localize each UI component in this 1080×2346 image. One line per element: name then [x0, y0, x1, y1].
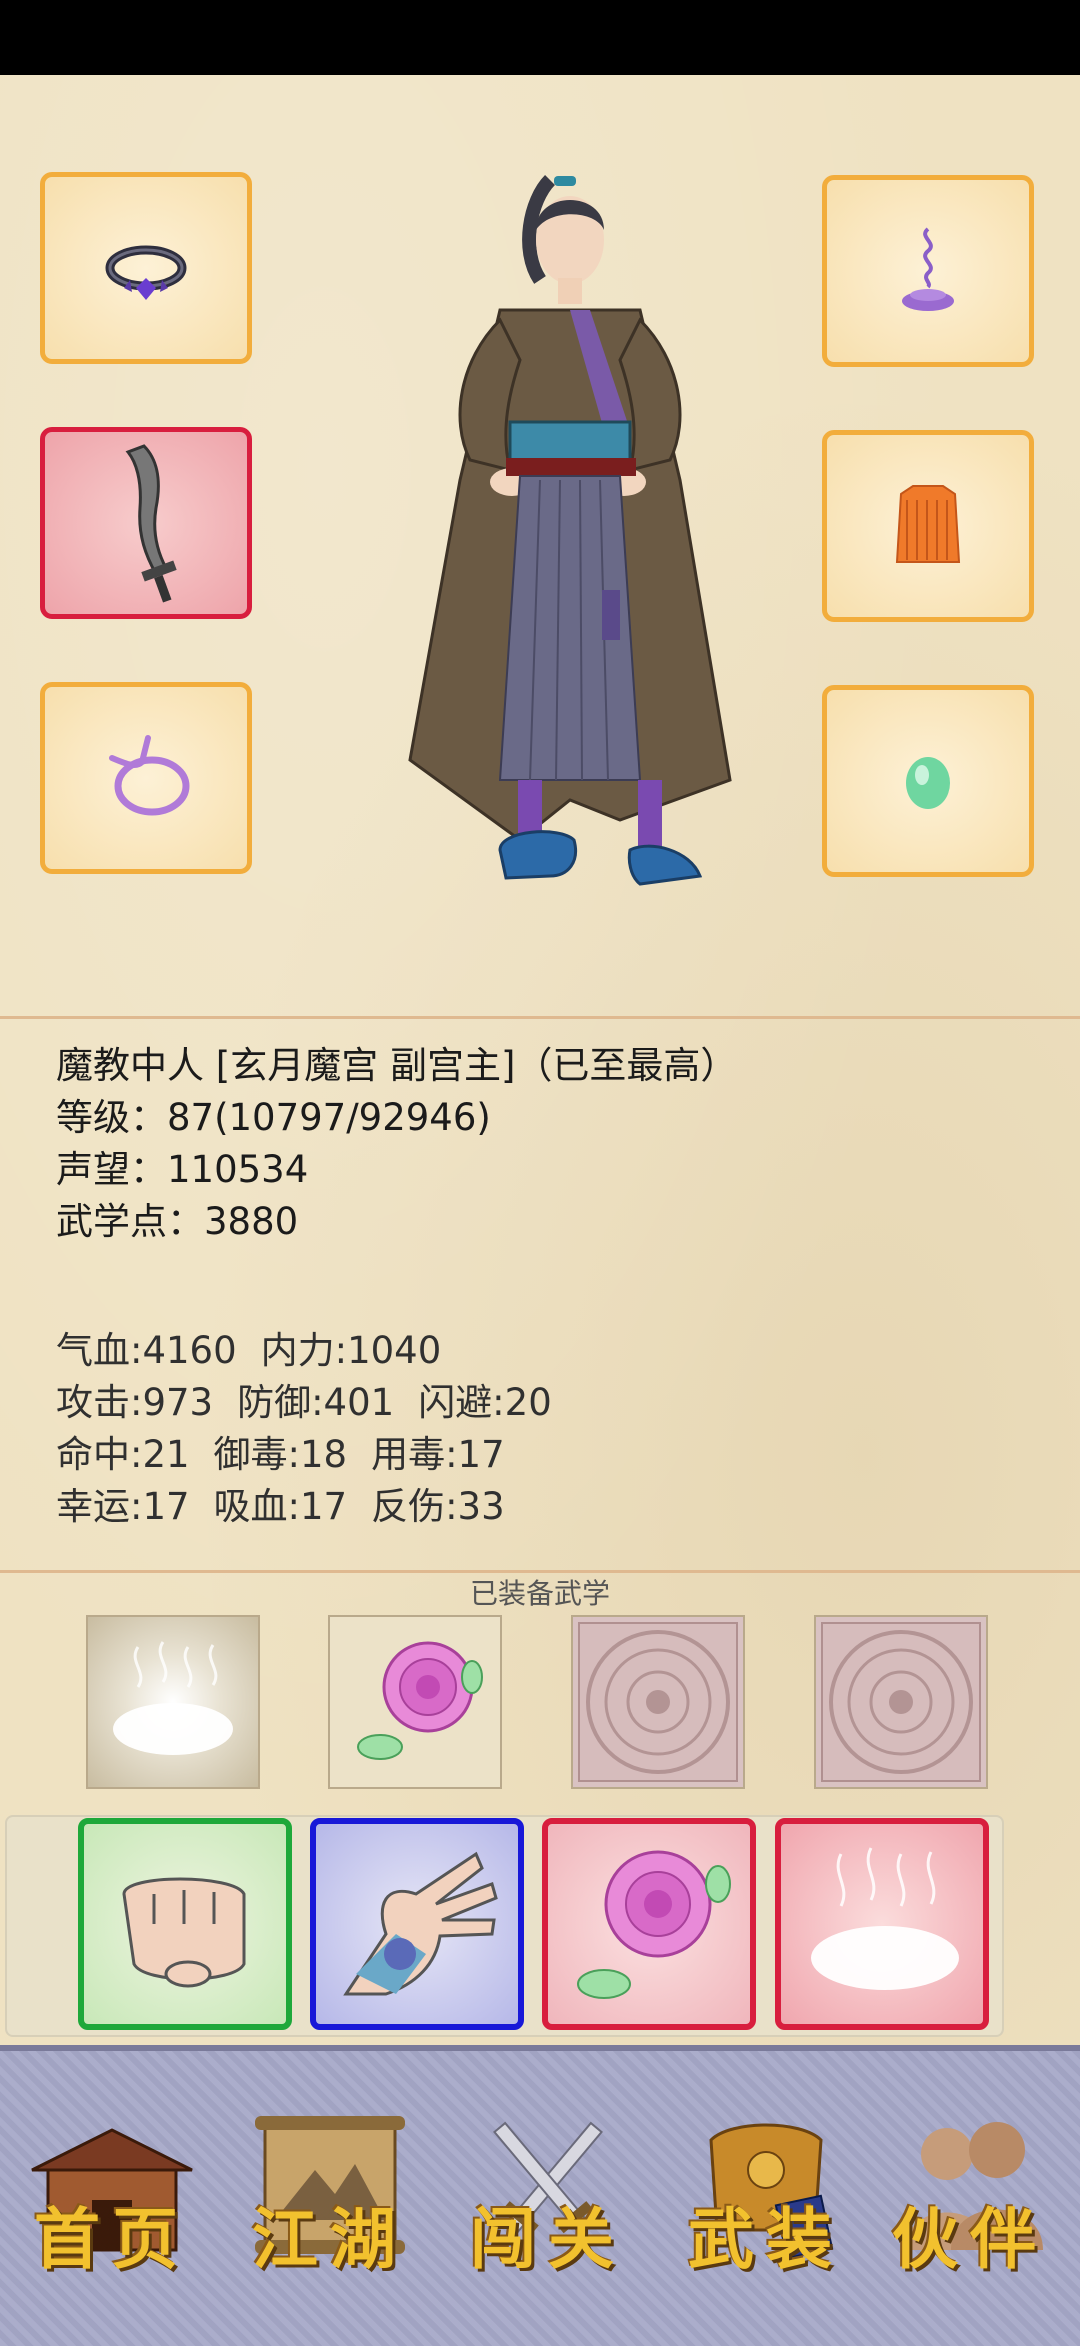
incense-slot[interactable] [822, 175, 1034, 367]
nav-wuzhuang[interactable]: 武装 [666, 2100, 866, 2300]
locked-medallion-icon [578, 1622, 738, 1782]
weapon-slot[interactable] [40, 427, 252, 619]
character-martial-points: 武学点：3880 [56, 1200, 299, 1243]
character-stats: 气血:4160 内力:1040 攻击:973 防御:401 闪避:20 命中:21 御毒… [56, 1325, 576, 1533]
fist-icon [122, 1877, 246, 1988]
stats-row: 攻击:973 防御:401 闪避:20 [56, 1377, 576, 1429]
locked-medallion-icon [821, 1622, 981, 1782]
nav-jianghu[interactable]: 江湖 [230, 2100, 430, 2300]
incense-icon [902, 227, 954, 311]
armor-slot[interactable] [822, 430, 1034, 622]
jade-icon [906, 757, 950, 809]
stat-luck: 幸运:17 [56, 1485, 190, 1528]
mist-skill-button[interactable] [775, 1818, 989, 2030]
rose-icon [577, 1850, 731, 1999]
palm-icon [343, 1851, 498, 1996]
character-info: 魔教中人 [玄月魔宫 副宫主]（已至最高） 等级：87(10797/92946)… [56, 1040, 737, 1248]
stat-internal-power: 内力:1040 [260, 1329, 442, 1372]
nav-home-label: 首页 [34, 2200, 190, 2278]
nav-home[interactable]: 首页 [12, 2100, 212, 2300]
nav-huoban-label: 伙伴 [892, 2200, 1048, 2278]
stat-lifesteal: 吸血:17 [213, 1485, 348, 1528]
nav-huoban[interactable]: 伙伴 [870, 2100, 1070, 2300]
mist-icon [113, 1641, 233, 1755]
stat-defense: 防御:401 [237, 1381, 395, 1424]
nav-chuangguan[interactable]: 闯关 [448, 2100, 648, 2300]
stat-poison-use: 用毒:17 [371, 1433, 505, 1476]
rose-skill-button[interactable] [542, 1818, 756, 2030]
stat-hp: 气血:4160 [56, 1329, 237, 1372]
status-bar [0, 0, 1080, 75]
stat-attack: 攻击:973 [56, 1381, 214, 1424]
sword-icon [125, 444, 177, 603]
character-level: 等级：87(10797/92946) [56, 1096, 491, 1139]
equipped-martial-arts-title: 已装备武学 [469, 1577, 610, 1610]
section-divider [0, 1016, 1080, 1019]
nav-chuangguan-label: 闯关 [470, 2200, 626, 2278]
equipped-skill-slot[interactable] [328, 1615, 502, 1789]
character-title: 魔教中人 [玄月魔宫 副宫主]（已至最高） [56, 1044, 738, 1087]
mist-icon [811, 1847, 959, 1990]
stat-reflect: 反伤:33 [371, 1485, 505, 1528]
character-portrait [408, 175, 732, 886]
stats-row: 气血:4160 内力:1040 [56, 1325, 576, 1377]
ring-slot[interactable] [40, 172, 252, 364]
amulet-slot[interactable] [40, 682, 252, 874]
fist-skill-button[interactable] [78, 1818, 292, 2030]
ring-icon [105, 245, 187, 300]
equipped-skill-slot[interactable] [86, 1615, 260, 1789]
stat-dodge: 闪避:20 [418, 1381, 552, 1424]
jade-slot[interactable] [822, 685, 1034, 877]
stat-hit: 命中:21 [56, 1433, 190, 1476]
bracelet-icon [109, 735, 190, 816]
empty-skill-slot[interactable] [571, 1615, 745, 1789]
empty-skill-slot[interactable] [814, 1615, 988, 1789]
armor-icon [895, 485, 961, 563]
stats-row: 命中:21 御毒:18 用毒:17 [56, 1429, 576, 1481]
stat-poison-resist: 御毒:18 [213, 1433, 348, 1476]
character-prestige: 声望：110534 [56, 1148, 309, 1191]
rose-icon [357, 1641, 483, 1760]
palm-skill-button[interactable] [310, 1818, 524, 2030]
stats-row: 幸运:17 吸血:17 反伤:33 [56, 1481, 576, 1533]
nav-jianghu-label: 江湖 [252, 2200, 408, 2278]
nav-wuzhuang-label: 武装 [688, 2200, 844, 2278]
